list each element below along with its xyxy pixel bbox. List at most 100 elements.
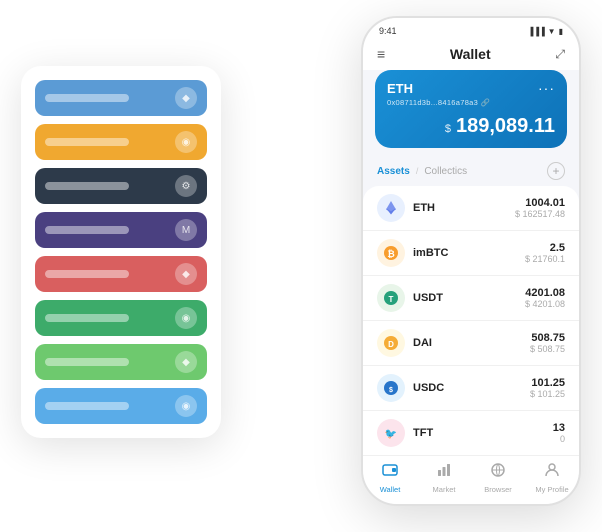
asset-name-imbtc: imBTC: [413, 247, 525, 259]
eth-symbol: ETH: [387, 81, 413, 96]
asset-name-tft: TFT: [413, 427, 553, 439]
battery-icon: ▮: [559, 27, 563, 36]
card-line: [45, 226, 129, 234]
svg-text:$: $: [389, 387, 393, 394]
add-asset-button[interactable]: +: [547, 162, 565, 180]
usdt-amount-primary: 4201.08: [525, 287, 565, 299]
eth-card[interactable]: ETH ··· 0x08711d3b...8416a78a3 🔗 $ 189,0…: [375, 70, 567, 148]
eth-balance: 189,089.11: [456, 115, 555, 138]
asset-icon-eth: [377, 194, 405, 222]
asset-row-usdc[interactable]: $ USDC 101.25 $ 101.25: [363, 366, 579, 411]
currency-symbol: $: [445, 123, 451, 135]
wallet-nav-icon: [382, 462, 398, 483]
wifi-icon: ▼: [548, 27, 556, 36]
signal-icon: ▐▐▐: [528, 27, 545, 36]
eth-card-header: ETH ···: [387, 80, 555, 96]
card-item-3[interactable]: ⚙: [35, 168, 207, 204]
asset-row-imbtc[interactable]: ₿ imBTC 2.5 $ 21760.1: [363, 231, 579, 276]
status-icons: ▐▐▐ ▼ ▮: [528, 27, 563, 36]
asset-amounts-dai: 508.75 $ 508.75: [530, 332, 565, 354]
nav-browser[interactable]: Browser: [471, 462, 525, 494]
asset-icon-dai: D: [377, 329, 405, 357]
card-icon: ⚙: [175, 175, 197, 197]
status-time: 9:41: [379, 26, 397, 36]
svg-text:D: D: [388, 340, 394, 349]
tft-amount-primary: 13: [553, 422, 565, 434]
asset-icon-usdt: T: [377, 284, 405, 312]
svg-text:₿: ₿: [387, 249, 394, 259]
dai-amount-primary: 508.75: [530, 332, 565, 344]
asset-row-usdt[interactable]: T USDT 4201.08 $ 4201.08: [363, 276, 579, 321]
nav-browser-label: Browser: [484, 485, 512, 494]
eth-amount-primary: 1004.01: [515, 197, 565, 209]
svg-text:T: T: [389, 295, 394, 304]
tab-divider: /: [416, 166, 419, 176]
asset-name-dai: DAI: [413, 337, 530, 349]
scene: ◆ ◉ ⚙ M ◆ ◉ ◆ ◉: [21, 16, 581, 516]
eth-address: 0x08711d3b...8416a78a3 🔗: [387, 98, 555, 107]
asset-name-usdt: USDT: [413, 292, 525, 304]
status-bar: 9:41 ▐▐▐ ▼ ▮: [363, 18, 579, 40]
nav-wallet-label: Wallet: [380, 485, 401, 494]
market-nav-icon: [436, 462, 452, 483]
card-item-6[interactable]: ◉: [35, 300, 207, 336]
card-line: [45, 314, 129, 322]
card-icon: M: [175, 219, 197, 241]
usdc-amount-usd: $ 101.25: [530, 389, 565, 399]
asset-row-dai[interactable]: D DAI 508.75 $ 508.75: [363, 321, 579, 366]
asset-amounts-usdt: 4201.08 $ 4201.08: [525, 287, 565, 309]
browser-nav-icon: [490, 462, 506, 483]
svg-text:🐦: 🐦: [385, 429, 397, 440]
page-title: Wallet: [450, 46, 491, 62]
card-item-4[interactable]: M: [35, 212, 207, 248]
card-icon: ◆: [175, 87, 197, 109]
eth-card-menu[interactable]: ···: [538, 80, 555, 96]
card-line: [45, 138, 129, 146]
nav-profile-label: My Profile: [535, 485, 568, 494]
asset-icon-usdc: $: [377, 374, 405, 402]
asset-row-tft[interactable]: 🐦 TFT 13 0: [363, 411, 579, 455]
menu-icon[interactable]: ≡: [377, 46, 385, 62]
expand-icon[interactable]: ⤢: [555, 47, 565, 62]
imbtc-amount-primary: 2.5: [525, 242, 565, 254]
card-line: [45, 182, 129, 190]
assets-list: ETH 1004.01 $ 162517.48 ₿ imBTC 2.5: [363, 186, 579, 455]
card-line: [45, 402, 129, 410]
usdc-amount-primary: 101.25: [530, 377, 565, 389]
card-line: [45, 358, 129, 366]
phone-mockup: 9:41 ▐▐▐ ▼ ▮ ≡ Wallet ⤢ ETH ··· 0x08711d…: [361, 16, 581, 506]
card-item-5[interactable]: ◆: [35, 256, 207, 292]
profile-nav-icon: [544, 462, 560, 483]
nav-market[interactable]: Market: [417, 462, 471, 494]
imbtc-amount-usd: $ 21760.1: [525, 254, 565, 264]
nav-profile[interactable]: My Profile: [525, 462, 579, 494]
asset-amounts-eth: 1004.01 $ 162517.48: [515, 197, 565, 219]
asset-amounts-tft: 13 0: [553, 422, 565, 444]
phone-nav: Wallet Market: [363, 455, 579, 504]
dai-amount-usd: $ 508.75: [530, 344, 565, 354]
phone-header: ≡ Wallet ⤢: [363, 40, 579, 70]
card-item-1[interactable]: ◆: [35, 80, 207, 116]
card-item-2[interactable]: ◉: [35, 124, 207, 160]
card-line: [45, 94, 129, 102]
tab-assets[interactable]: Assets: [377, 166, 410, 177]
card-item-8[interactable]: ◉: [35, 388, 207, 424]
asset-name-usdc: USDC: [413, 382, 530, 394]
nav-wallet[interactable]: Wallet: [363, 462, 417, 494]
tab-collectics[interactable]: Collectics: [424, 166, 467, 177]
assets-tabs: Assets / Collectics: [377, 166, 467, 177]
card-stack: ◆ ◉ ⚙ M ◆ ◉ ◆ ◉: [21, 66, 221, 438]
card-item-7[interactable]: ◆: [35, 344, 207, 380]
tft-amount-usd: 0: [553, 434, 565, 444]
card-icon: ◆: [175, 351, 197, 373]
card-line: [45, 270, 129, 278]
nav-market-label: Market: [433, 485, 456, 494]
asset-icon-imbtc: ₿: [377, 239, 405, 267]
card-icon: ◆: [175, 263, 197, 285]
asset-row-eth[interactable]: ETH 1004.01 $ 162517.48: [363, 186, 579, 231]
asset-name-eth: ETH: [413, 202, 515, 214]
asset-icon-tft: 🐦: [377, 419, 405, 447]
eth-amount-usd: $ 162517.48: [515, 209, 565, 219]
asset-amounts-imbtc: 2.5 $ 21760.1: [525, 242, 565, 264]
card-icon: ◉: [175, 307, 197, 329]
